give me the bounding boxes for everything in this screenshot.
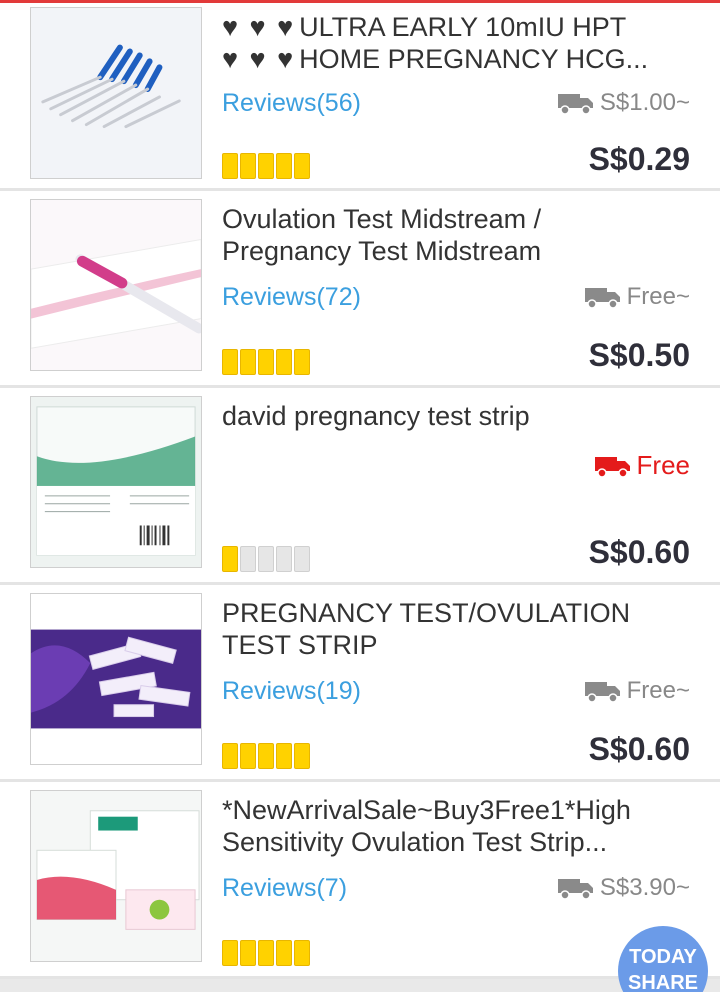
rating-star <box>258 940 274 966</box>
rating-star <box>294 743 310 769</box>
rating-stars <box>222 153 310 179</box>
rating-star <box>222 546 238 572</box>
rating-star <box>258 546 274 572</box>
rating-star <box>222 153 238 179</box>
rating-star <box>276 940 292 966</box>
rating-star <box>294 546 310 572</box>
product-title[interactable]: Ovulation Test Midstream / Pregnancy Tes… <box>222 203 692 267</box>
product-price: S$0.60 <box>588 731 690 767</box>
product-item[interactable]: ♥ ♥ ♥ ULTRA EARLY 10mIU HPT ♥ ♥ ♥ HOME PRE… <box>0 3 720 191</box>
reviews-link[interactable]: Reviews(7) <box>222 874 347 903</box>
product-image[interactable] <box>30 396 202 568</box>
heart-icons: ♥ ♥ ♥ <box>222 12 296 42</box>
product-list: ♥ ♥ ♥ ULTRA EARLY 10mIU HPT ♥ ♥ ♥ HOME PRE… <box>0 3 720 979</box>
rating-stars <box>222 940 310 966</box>
product-price: S$0.50 <box>588 337 690 373</box>
rating-star <box>222 940 238 966</box>
reviews-link[interactable]: Reviews(72) <box>222 283 361 312</box>
product-item[interactable]: *NewArrivalSale~Buy3Free1*High Sensitivi… <box>0 782 720 979</box>
rating-star <box>222 743 238 769</box>
rating-star <box>294 349 310 375</box>
product-item[interactable]: PREGNANCY TEST/OVULATION TEST STRIP Revi… <box>0 585 720 782</box>
reviews-link[interactable]: Reviews(56) <box>222 89 361 118</box>
shipping-info: S$1.00~ <box>557 89 690 117</box>
rating-star <box>222 349 238 375</box>
product-title[interactable]: ♥ ♥ ♥ ULTRA EARLY 10mIU HPT ♥ ♥ ♥ HOME PRE… <box>222 11 692 75</box>
product-price: S$0.29 <box>588 141 690 177</box>
rating-star <box>276 743 292 769</box>
shipping-fee: Free <box>636 450 690 480</box>
rating-stars <box>222 546 310 572</box>
rating-stars <box>222 743 310 769</box>
rating-star <box>276 349 292 375</box>
product-title[interactable]: PREGNANCY TEST/OVULATION TEST STRIP <box>222 597 692 661</box>
shipping-fee: S$3.90~ <box>599 874 690 901</box>
product-title[interactable]: *NewArrivalSale~Buy3Free1*High Sensitivi… <box>222 794 692 858</box>
product-item[interactable]: david pregnancy test strip Free S$0.60 <box>0 388 720 585</box>
product-image[interactable] <box>30 790 202 962</box>
rating-star <box>294 153 310 179</box>
rating-star <box>240 940 256 966</box>
rating-star <box>240 743 256 769</box>
truck-icon <box>557 94 593 115</box>
rating-star <box>294 940 310 966</box>
rating-star <box>276 153 292 179</box>
product-image[interactable] <box>30 199 202 371</box>
rating-star <box>240 546 256 572</box>
product-image[interactable] <box>30 593 202 765</box>
shipping-info: S$3.90~ <box>557 874 690 902</box>
truck-icon <box>584 288 620 309</box>
rating-star <box>276 546 292 572</box>
truck-icon <box>557 879 593 900</box>
truck-icon <box>584 682 620 703</box>
rating-star <box>258 349 274 375</box>
rating-star <box>240 349 256 375</box>
rating-star <box>240 153 256 179</box>
product-item[interactable]: Ovulation Test Midstream / Pregnancy Tes… <box>0 191 720 388</box>
product-price: S$0.60 <box>588 534 690 570</box>
rating-star <box>258 743 274 769</box>
shipping-fee: S$1.00~ <box>599 89 690 116</box>
shipping-info: Free <box>594 450 690 481</box>
shipping-info: Free~ <box>584 677 690 705</box>
shipping-fee: Free~ <box>626 283 690 310</box>
rating-stars <box>222 349 310 375</box>
product-title[interactable]: david pregnancy test strip <box>222 400 692 432</box>
truck-icon <box>594 456 630 478</box>
reviews-link[interactable]: Reviews(19) <box>222 677 361 706</box>
rating-star <box>258 153 274 179</box>
heart-icons: ♥ ♥ ♥ <box>222 44 296 74</box>
product-image[interactable] <box>30 7 202 179</box>
shipping-info: Free~ <box>584 283 690 311</box>
shipping-fee: Free~ <box>626 677 690 704</box>
